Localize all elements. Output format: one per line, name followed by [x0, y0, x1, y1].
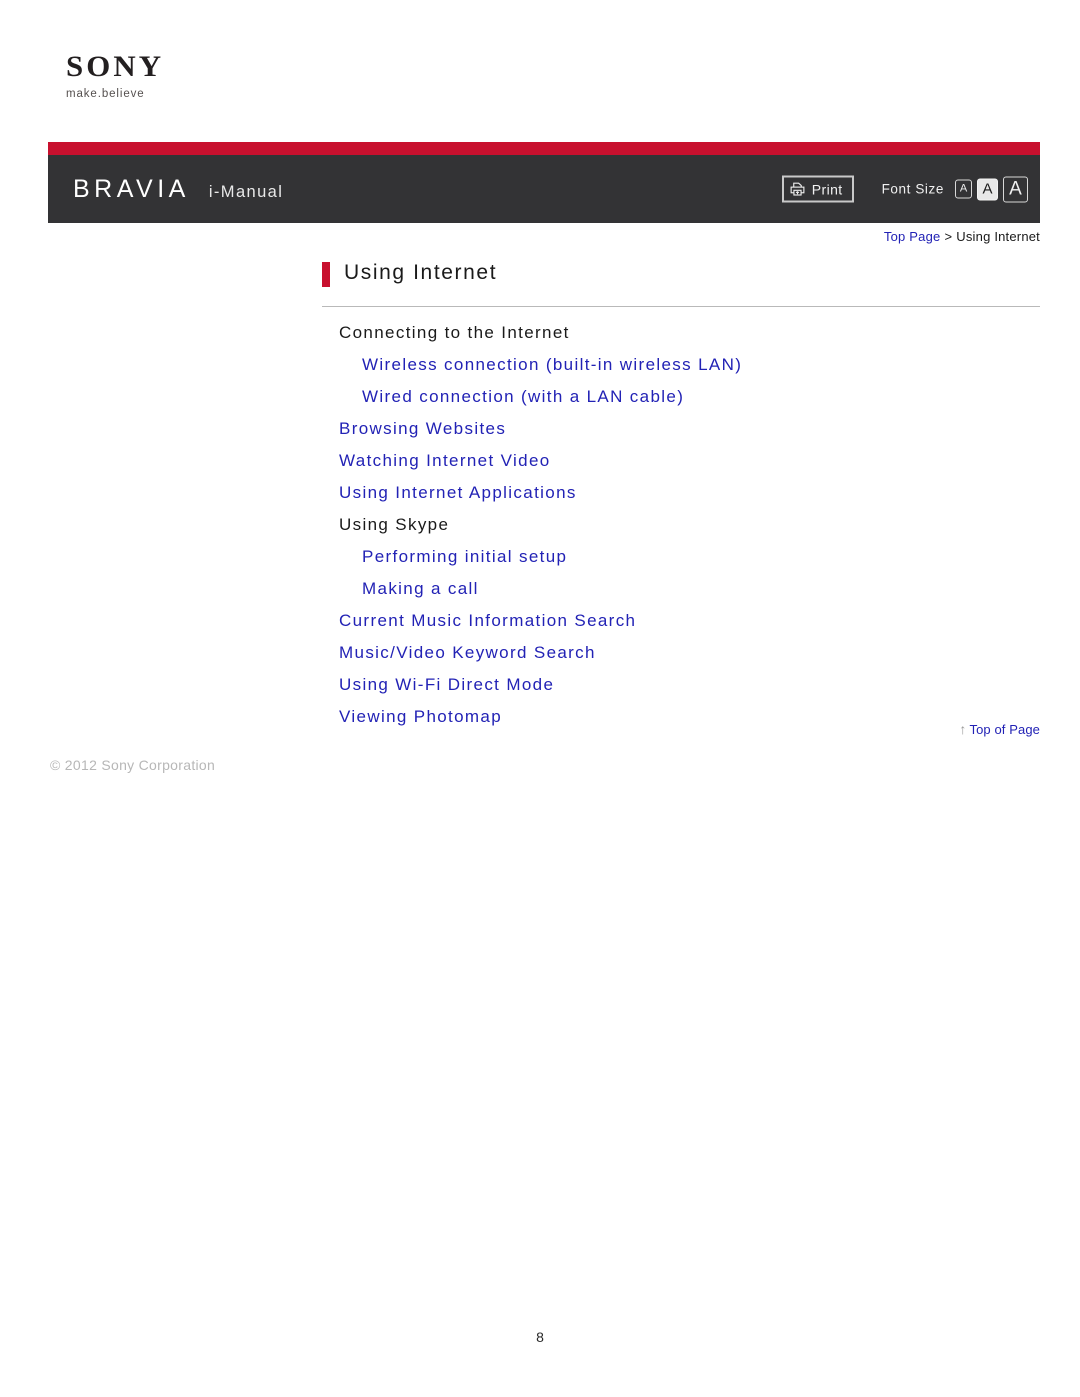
toc-item[interactable]: Performing initial setup [362, 548, 1040, 565]
top-of-page-label: Top of Page [969, 722, 1040, 737]
imanual-title: i-Manual [208, 182, 284, 201]
page-number: 8 [536, 1329, 544, 1345]
breadcrumb: Top Page > Using Internet [884, 229, 1040, 244]
font-size-small-button[interactable]: A [955, 179, 972, 199]
bravia-logo-text: BRAVIA [73, 174, 190, 203]
print-button-label: Print [811, 181, 843, 197]
font-size-label: Font Size [881, 181, 944, 197]
toc-link[interactable]: Making a call [362, 579, 479, 598]
page-title-row: Using Internet [322, 248, 1040, 308]
toc-item: Connecting to the Internet [339, 324, 1040, 341]
toc-item[interactable]: Using Internet Applications [339, 484, 1040, 501]
toc-link[interactable]: Wireless connection (built-in wireless L… [362, 355, 742, 374]
sony-logo: SONY make.believe [66, 52, 266, 101]
copyright-notice: © 2012 Sony Corporation [50, 757, 216, 773]
up-arrow-icon: ↑ [959, 721, 967, 737]
font-size-buttons: A A A [955, 176, 1028, 202]
toc-link[interactable]: Current Music Information Search [339, 611, 636, 630]
toc-item: Using Skype [339, 516, 1040, 533]
site-header: BRAVIA i-Manual Print Font Size A A A [48, 142, 1040, 223]
toc-link[interactable]: Performing initial setup [362, 547, 567, 566]
toc-link[interactable]: Wired connection (with a LAN cable) [362, 387, 684, 406]
toc-link[interactable]: Music/Video Keyword Search [339, 643, 596, 662]
font-size-medium-button[interactable]: A [977, 178, 998, 200]
toc-link[interactable]: Browsing Websites [339, 419, 506, 438]
font-size-large-button[interactable]: A [1003, 176, 1028, 202]
toc-section-label: Connecting to the Internet [339, 323, 570, 343]
toc-item[interactable]: Music/Video Keyword Search [339, 644, 1040, 661]
breadcrumb-current-page: Using Internet [956, 229, 1040, 244]
printer-icon [790, 182, 805, 197]
sony-wordmark: SONY [66, 50, 165, 83]
toc-item[interactable]: Making a call [362, 580, 1040, 597]
toc-section-label: Using Skype [339, 515, 450, 535]
top-of-page-link[interactable]: ↑ Top of Page [959, 721, 1040, 737]
header-tools: Print Font Size A A A [781, 175, 1028, 203]
toc-link[interactable]: Viewing Photomap [339, 707, 502, 726]
breadcrumb-top-page-link[interactable]: Top Page [884, 229, 941, 244]
toc-item[interactable]: Viewing Photomap [339, 708, 1040, 725]
breadcrumb-separator: > [944, 229, 953, 244]
toc-item[interactable]: Wired connection (with a LAN cable) [362, 388, 1040, 405]
toc-item[interactable]: Using Wi-Fi Direct Mode [339, 676, 1040, 693]
toc-link[interactable]: Using Wi-Fi Direct Mode [339, 675, 554, 694]
sony-tagline: make.believe [66, 88, 145, 100]
header-bar: BRAVIA i-Manual Print Font Size A A A [48, 155, 1040, 223]
toc-item[interactable]: Current Music Information Search [339, 612, 1040, 629]
toc-item[interactable]: Browsing Websites [339, 420, 1040, 437]
toc-item[interactable]: Wireless connection (built-in wireless L… [362, 356, 1040, 373]
toc-link[interactable]: Using Internet Applications [339, 483, 577, 502]
header-red-accent-bar [48, 142, 1040, 155]
toc-item[interactable]: Watching Internet Video [339, 452, 1040, 469]
header-brand-group: BRAVIA i-Manual [48, 175, 283, 204]
toc-link[interactable]: Watching Internet Video [339, 451, 551, 470]
title-accent-bar [322, 261, 330, 287]
table-of-contents: Connecting to the Internet Wireless conne… [322, 324, 1040, 725]
main-content: Using Internet Connecting to the Interne… [322, 248, 1040, 740]
page-title: Using Internet [344, 261, 498, 285]
print-button[interactable]: Print [781, 175, 854, 203]
